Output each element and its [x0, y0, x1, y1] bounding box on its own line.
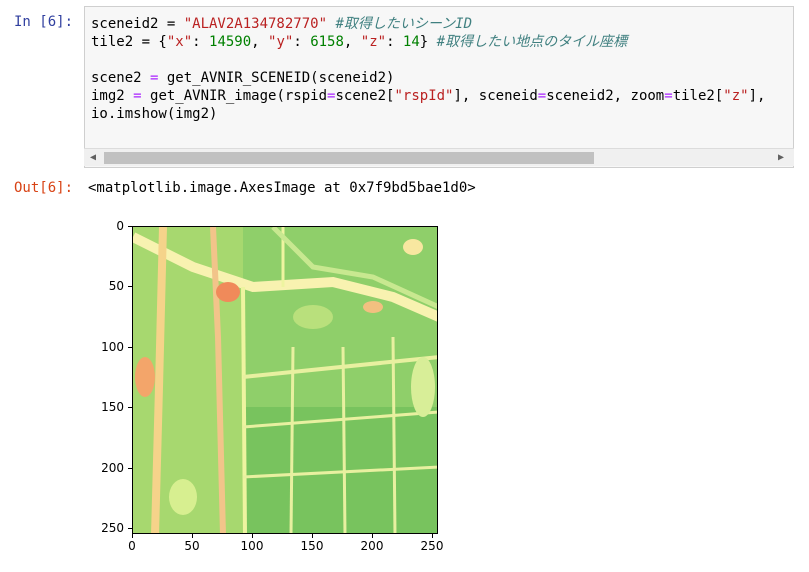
code-token: 14 — [402, 34, 420, 50]
x-tick-mark — [132, 534, 133, 538]
code-token: get_AVNIR_image(rspid — [141, 88, 328, 104]
code-token: "rspId" — [394, 88, 454, 104]
y-tick-mark — [128, 346, 132, 348]
code-token: = — [664, 88, 673, 104]
code-token: #取得したい地点のタイル座標 — [436, 34, 628, 50]
code-token: io.imshow(img2) — [91, 106, 218, 122]
code-token: ], sceneid — [453, 88, 538, 104]
y-tick-mark — [128, 226, 132, 227]
y-tick-mark — [128, 407, 132, 409]
y-tick-mark — [128, 467, 132, 469]
code-token: "x" — [166, 34, 193, 50]
imshow-figure: 0 50 100 150 200 250 0 50 100 150 200 250 — [92, 212, 472, 572]
code-token: , — [343, 34, 361, 50]
code-line: img2 = get_AVNIR_image(rspid=scene2["rsp… — [91, 87, 765, 105]
output-prompt: Out[6]: — [14, 180, 74, 196]
x-tick-mark — [312, 534, 313, 538]
code-token: scene2 — [91, 70, 151, 86]
x-tick-label: 100 — [240, 539, 264, 553]
code-editor[interactable]: sceneid2 = "ALAV2A134782770" #取得したいシーンID… — [91, 15, 765, 123]
input-prompt: In [6]: — [14, 14, 74, 30]
code-token: tile2[ — [672, 88, 724, 104]
code-cell[interactable]: sceneid2 = "ALAV2A134782770" #取得したいシーンID… — [84, 6, 794, 168]
scroll-right-icon[interactable]: ▶ — [778, 152, 784, 163]
code-token: sceneid2, zoom — [546, 88, 665, 104]
x-tick-label: 50 — [184, 539, 200, 553]
satellite-ndvi-image — [133, 227, 437, 533]
code-token: get_AVNIR_SCENEID(sceneid2) — [158, 70, 395, 86]
image-axes — [132, 226, 438, 534]
code-line: io.imshow(img2) — [91, 105, 765, 123]
x-tick-label: 200 — [360, 539, 384, 553]
code-token: sceneid2 = — [91, 16, 184, 32]
x-tick-mark — [372, 534, 373, 538]
code-token: = — [537, 88, 547, 104]
y-tick-mark — [128, 527, 132, 529]
scroll-left-icon[interactable]: ◀ — [90, 152, 96, 163]
code-token: : — [293, 34, 311, 50]
horizontal-scrollbar[interactable]: ◀ ▶ — [84, 148, 794, 166]
y-tick-label: 150 — [101, 400, 124, 415]
code-token: : — [386, 34, 403, 50]
code-token: } — [419, 34, 437, 50]
x-tick-label: 0 — [128, 539, 136, 553]
code-token: 14590 — [209, 34, 252, 50]
scroll-thumb[interactable] — [104, 152, 594, 164]
y-tick-label: 0 — [116, 219, 124, 233]
y-tick-mark — [128, 286, 132, 288]
code-token: "z" — [360, 34, 387, 50]
code-token: 6158 — [310, 34, 344, 50]
code-token: img2 — [91, 88, 134, 104]
code-line: tile2 = {"x": 14590, "y": 6158, "z": 14}… — [91, 33, 765, 51]
code-token: , — [251, 34, 269, 50]
code-token: #取得したいシーンID — [335, 16, 473, 32]
code-token: "z" — [723, 88, 749, 104]
x-tick-label: 250 — [420, 539, 444, 553]
code-token: "ALAV2A134782770" — [183, 16, 328, 32]
code-token: "y" — [268, 34, 294, 50]
x-tick-mark — [252, 534, 253, 538]
y-tick-label: 100 — [101, 339, 124, 354]
y-tick-label: 250 — [101, 520, 124, 535]
code-token: scene2[ — [335, 88, 395, 104]
code-token: : — [192, 34, 210, 50]
y-tick-label: 50 — [108, 279, 124, 294]
y-tick-label: 200 — [101, 460, 124, 475]
code-line: scene2 = get_AVNIR_SCENEID(sceneid2) — [91, 69, 765, 87]
code-line: sceneid2 = "ALAV2A134782770" #取得したいシーンID — [91, 15, 765, 33]
x-tick-mark — [192, 534, 193, 538]
code-token: = — [133, 88, 142, 104]
code-token: tile2 = { — [91, 34, 167, 50]
x-tick-label: 150 — [300, 539, 324, 553]
output-repr: <matplotlib.image.AxesImage at 0x7f9bd5b… — [88, 180, 476, 196]
x-tick-mark — [432, 534, 433, 538]
code-token: ], — [748, 88, 766, 104]
